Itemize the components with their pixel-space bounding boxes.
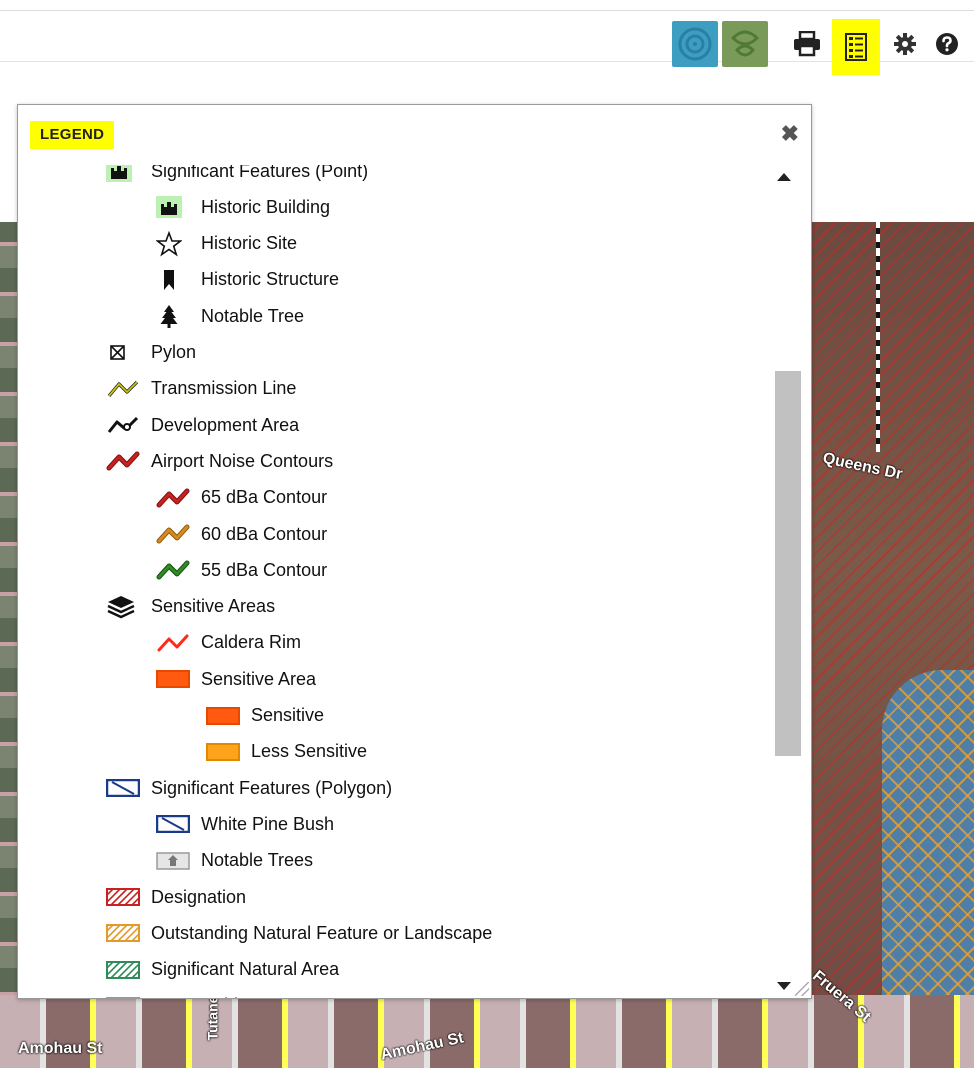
print-icon[interactable] [786,23,828,65]
amber-swatch-icon [206,740,242,764]
help-icon[interactable] [926,23,968,65]
legend-item-label: Sensitive [251,705,325,725]
legend-item: Notable Tree [156,301,304,331]
basemap-topo-icon[interactable] [722,21,768,67]
star-outline-icon [156,230,192,257]
red-line-icon [106,449,142,473]
legend-item: Airport Noise Contours [106,446,333,476]
green-line-icon [156,558,192,582]
legend-item-label: Designation [151,886,247,907]
legend-item: 55 dBa Contour [156,555,327,585]
legend-title: LEGEND [30,121,115,149]
pink-swatch-icon [106,994,142,998]
grey-swatch-icon [156,849,192,873]
legend-list[interactable]: Significant Features (Point) Historic Bui… [18,165,811,998]
legend-item: Notable Trees [156,846,313,876]
legend-item: White Pine Bush [156,809,334,839]
legend-item-label: Notable Trees [201,850,314,871]
legend-scrollbar[interactable] [763,165,811,998]
legend-item: Sensitive Areas [106,592,275,622]
scroll-thumb[interactable] [775,371,801,756]
legend-item: Outstanding Natural Feature or Landscape [106,918,492,948]
legend-item: Gas Corridor [106,991,254,998]
legend-item: Historic Structure [156,265,339,295]
legend-item: Historic Site [156,229,297,259]
legend-item-label: Historic Site [201,233,298,254]
tree-icon [156,304,192,329]
legend-item-label: Significant Natural Area [151,959,340,980]
orange-swatch-icon [156,667,192,691]
blue-hatch-swatch-icon [106,776,142,800]
blue-hatch-swatch-icon [156,812,192,836]
legend-item: Significant Features (Polygon) [106,773,392,803]
legend-item-label: 60 dBa Contour [201,523,328,544]
bright-red-line-icon [156,631,192,655]
orange-line-icon [156,522,192,546]
top-toolbar [0,10,974,75]
castle-icon [156,195,192,219]
legend-item: Designation [106,882,246,912]
legend-item-label: Gas Corridor [151,995,254,998]
legend-item-label: Significant Features (Point) [151,165,369,181]
bookmark-icon [156,268,192,292]
legend-item-label: 65 dBa Contour [201,487,328,508]
red-hatch-swatch-icon [106,885,142,909]
legend-item-label: Significant Features (Polygon) [151,777,393,798]
gis-viewer-page: Queens Dr Fruera St Amohau St Amohau St … [0,0,974,1068]
basemap-aerial-icon[interactable] [672,21,718,67]
legend-item-label: Historic Structure [201,269,340,290]
legend-item: Transmission Line [106,374,296,404]
legend-item-label: Notable Tree [201,305,305,326]
legend-item-label: Historic Building [201,196,331,217]
orange-hatch-swatch-icon [106,921,142,945]
legend-item-label: Sensitive Area [201,668,317,689]
legend-item-label: Pylon [151,342,197,362]
black-line-icon [106,413,142,437]
map-left-strip[interactable] [0,222,18,1068]
scroll-down-arrow-icon[interactable] [777,982,791,990]
legend-item-label: 55 dBa Contour [201,559,328,580]
castle-point-icon [106,165,142,183]
legend-item-label: White Pine Bush [201,813,335,834]
legend-icon[interactable] [832,19,880,75]
legend-item: Sensitive [206,701,324,731]
legend-item-label: Less Sensitive [251,741,368,762]
legend-item: Significant Natural Area [106,955,339,985]
legend-item-label: Development Area [151,414,300,435]
legend-item-label: Airport Noise Contours [151,450,334,471]
legend-item: Historic Building [156,192,330,222]
gear-icon[interactable] [884,23,926,65]
layers-icon [106,595,142,619]
resize-handle-icon[interactable] [795,982,809,996]
green-hatch-swatch-icon [106,958,142,982]
legend-item: 60 dBa Contour [156,519,327,549]
legend-item: Significant Features (Point) [106,165,368,186]
legend-item: Sensitive Area [156,664,316,694]
map-road [876,222,880,452]
orange-swatch-icon [206,704,242,728]
legend-item: Caldera Rim [156,628,301,658]
legend-item-label: Sensitive Areas [151,596,276,617]
legend-item-label: Transmission Line [151,378,297,399]
red-line-icon [156,486,192,510]
legend-item-label: Outstanding Natural Feature or Landscape [151,922,493,943]
street-label-amohau-1: Amohau St [18,1040,103,1057]
legend-item: 65 dBa Contour [156,483,327,513]
legend-item: Less Sensitive [206,737,367,767]
yellow-line-icon [106,377,142,401]
legend-header: LEGEND ✖ [18,105,811,165]
map-bottom-buildings[interactable] [0,995,974,1068]
legend-panel: LEGEND ✖ Significant Features (Point) His… [17,104,812,999]
legend-item-label: Caldera Rim [201,632,302,653]
pylon-icon [106,341,142,365]
legend-item: Development Area [106,410,299,440]
legend-item: Pylon [106,338,196,368]
scroll-up-arrow-icon[interactable] [777,173,791,181]
close-icon[interactable]: ✖ [781,122,799,146]
street-label-tutane: Tutane [204,995,221,1041]
